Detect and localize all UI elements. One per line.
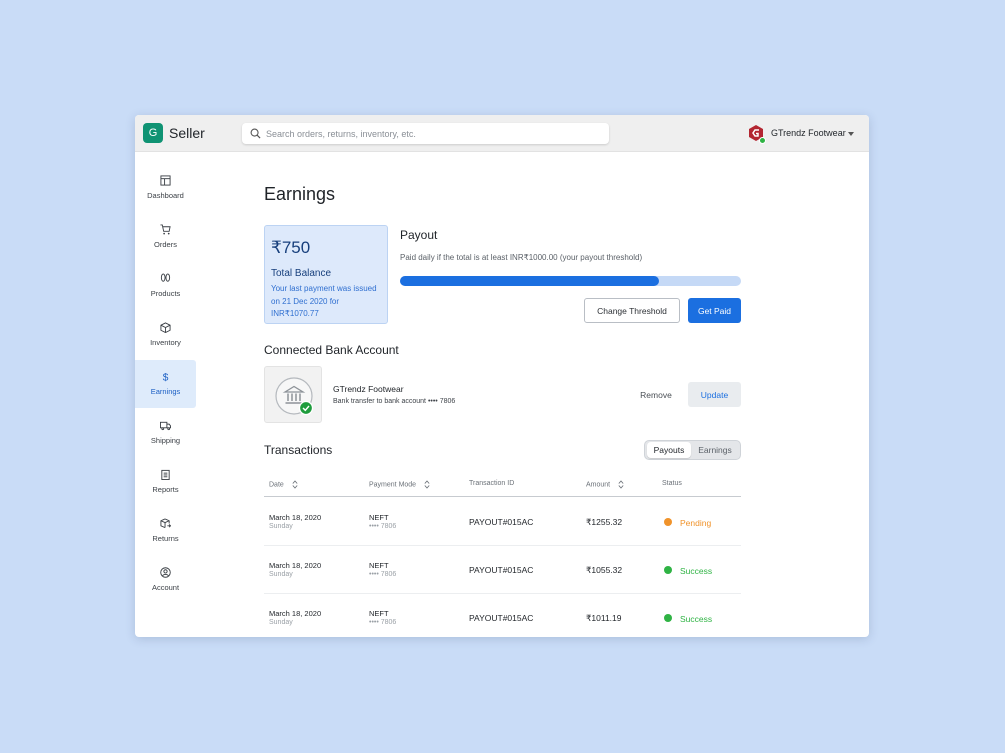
search-bar[interactable] <box>242 123 609 144</box>
sort-icon <box>292 480 298 489</box>
payout-title: Payout <box>400 228 438 242</box>
transaction-date: March 18, 2020 <box>269 561 322 570</box>
payment-mode: NEFT <box>369 561 389 570</box>
shoe-prints-icon <box>160 273 171 282</box>
get-paid-button[interactable]: Get Paid <box>688 298 741 323</box>
sidebar-item-earnings[interactable]: $ Earnings <box>135 360 196 408</box>
sidebar-item-account[interactable]: Account <box>135 556 196 604</box>
transaction-amount: ₹1055.32 <box>586 565 623 575</box>
account-name: GTrendz Footwear <box>771 128 846 138</box>
sidebar-item-inventory[interactable]: Inventory <box>135 311 196 359</box>
table-row[interactable]: March 18, 2020 Sunday NEFT •••• 7806 PAY… <box>264 593 741 637</box>
balance-amount: ₹750 <box>271 238 311 257</box>
transaction-date: March 18, 2020 <box>269 609 322 618</box>
chevron-down-icon[interactable] <box>848 132 854 136</box>
search-input[interactable] <box>266 125 596 142</box>
column-header-amount[interactable]: Amount <box>586 480 624 492</box>
change-threshold-button[interactable]: Change Threshold <box>584 298 680 323</box>
status-badge: Pending <box>680 518 712 528</box>
payout-description: Paid daily if the total is at least INR₹… <box>400 253 643 262</box>
status-badge: Success <box>680 566 713 576</box>
transactions-section-title: Transactions <box>264 443 333 457</box>
status-dot <box>664 614 672 622</box>
tab-earnings[interactable]: Earnings <box>693 442 737 458</box>
app-logo[interactable]: G <box>143 123 163 143</box>
transactions-toggle: Payouts Earnings <box>644 440 741 460</box>
table-row[interactable]: March 18, 2020 Sunday NEFT •••• 7806 PAY… <box>264 545 741 593</box>
user-circle-icon <box>160 567 171 578</box>
bank-icon-box <box>264 366 322 423</box>
transaction-date: March 18, 2020 <box>269 513 322 522</box>
remove-bank-button[interactable]: Remove <box>632 383 680 407</box>
payout-progress-fill <box>400 276 660 286</box>
sidebar-item-reports[interactable]: Reports <box>135 458 196 506</box>
cart-icon <box>160 224 171 235</box>
bank-account-detail: Bank transfer to bank account •••• 7806 <box>333 398 456 405</box>
update-bank-button[interactable]: Update <box>688 382 741 407</box>
truck-icon <box>160 421 171 431</box>
transaction-day: Sunday <box>269 523 293 530</box>
sidebar-item-orders[interactable]: Orders <box>135 213 196 261</box>
sidebar-item-returns[interactable]: Returns <box>135 507 196 555</box>
transaction-amount: ₹1255.32 <box>586 517 623 527</box>
transaction-day: Sunday <box>269 619 293 626</box>
column-header-status: Status <box>662 480 682 487</box>
sidebar-item-label: Orders <box>154 240 177 249</box>
status-dot <box>664 518 672 526</box>
status-badge: Success <box>680 614 713 624</box>
sidebar-item-label: Account <box>151 583 180 592</box>
sidebar-item-label: Products <box>150 289 181 298</box>
sort-icon <box>618 480 624 489</box>
sidebar-item-dashboard[interactable]: Dashboard <box>135 164 196 212</box>
balance-label: Total Balance <box>271 268 332 279</box>
app-window: G Seller GTrendz Footwear Dashboard <box>135 115 869 637</box>
bank-icon <box>275 377 314 416</box>
bank-section-title: Connected Bank Account <box>264 343 399 357</box>
payment-mode: NEFT <box>369 609 389 618</box>
payment-account: •••• 7806 <box>369 619 397 626</box>
sidebar-item-products[interactable]: Products <box>135 262 196 310</box>
sidebar: Dashboard Orders Products Inventory $ Ea… <box>135 152 197 637</box>
status-dot <box>664 566 672 574</box>
svg-text:$: $ <box>163 373 169 382</box>
top-bar: G Seller GTrendz Footwear <box>135 115 869 152</box>
sidebar-item-label: Shipping <box>150 436 181 445</box>
search-icon <box>250 128 261 139</box>
sidebar-item-label: Inventory <box>150 338 181 347</box>
check-circle-icon <box>298 400 314 416</box>
tab-payouts[interactable]: Payouts <box>647 442 691 458</box>
last-payment-note: Your last payment was issued on 21 Dec 2… <box>271 284 377 318</box>
transaction-day: Sunday <box>269 571 293 578</box>
sidebar-item-shipping[interactable]: Shipping <box>135 409 196 457</box>
sidebar-item-label: Returns <box>152 534 179 543</box>
table-row[interactable]: March 18, 2020 Sunday NEFT •••• 7806 PAY… <box>264 497 741 545</box>
box-return-icon <box>160 518 171 529</box>
app-name: Seller <box>169 125 205 141</box>
payment-account: •••• 7806 <box>369 523 397 530</box>
sidebar-item-label: Reports <box>152 485 179 494</box>
sort-icon <box>424 480 430 489</box>
transaction-amount: ₹1011.19 <box>586 613 622 623</box>
balance-card: ₹750 Total Balance Your last payment was… <box>264 225 388 324</box>
sidebar-item-label: Dashboard <box>147 191 184 200</box>
transaction-id: PAYOUT#015AC <box>469 613 534 623</box>
sidebar-item-label: Earnings <box>150 387 181 396</box>
account-menu[interactable]: GTrendz Footwear <box>745 123 861 144</box>
clipboard-icon <box>161 469 170 480</box>
transaction-id: PAYOUT#015AC <box>469 565 534 575</box>
bank-account-name: GTrendz Footwear <box>333 384 404 394</box>
payment-account: •••• 7806 <box>369 571 397 578</box>
column-header-payment-mode[interactable]: Payment Mode <box>369 480 430 492</box>
dollar-icon: $ <box>163 373 169 382</box>
payout-progress-bar <box>400 276 741 286</box>
column-header-transaction-id: Transaction ID <box>469 480 515 487</box>
online-status-dot <box>759 137 766 144</box>
column-header-date[interactable]: Date <box>269 480 298 492</box>
page-title: Earnings <box>264 184 336 204</box>
transaction-id: PAYOUT#015AC <box>469 517 534 527</box>
box-icon <box>160 322 171 333</box>
payment-mode: NEFT <box>369 513 389 522</box>
dashboard-icon <box>160 175 171 186</box>
